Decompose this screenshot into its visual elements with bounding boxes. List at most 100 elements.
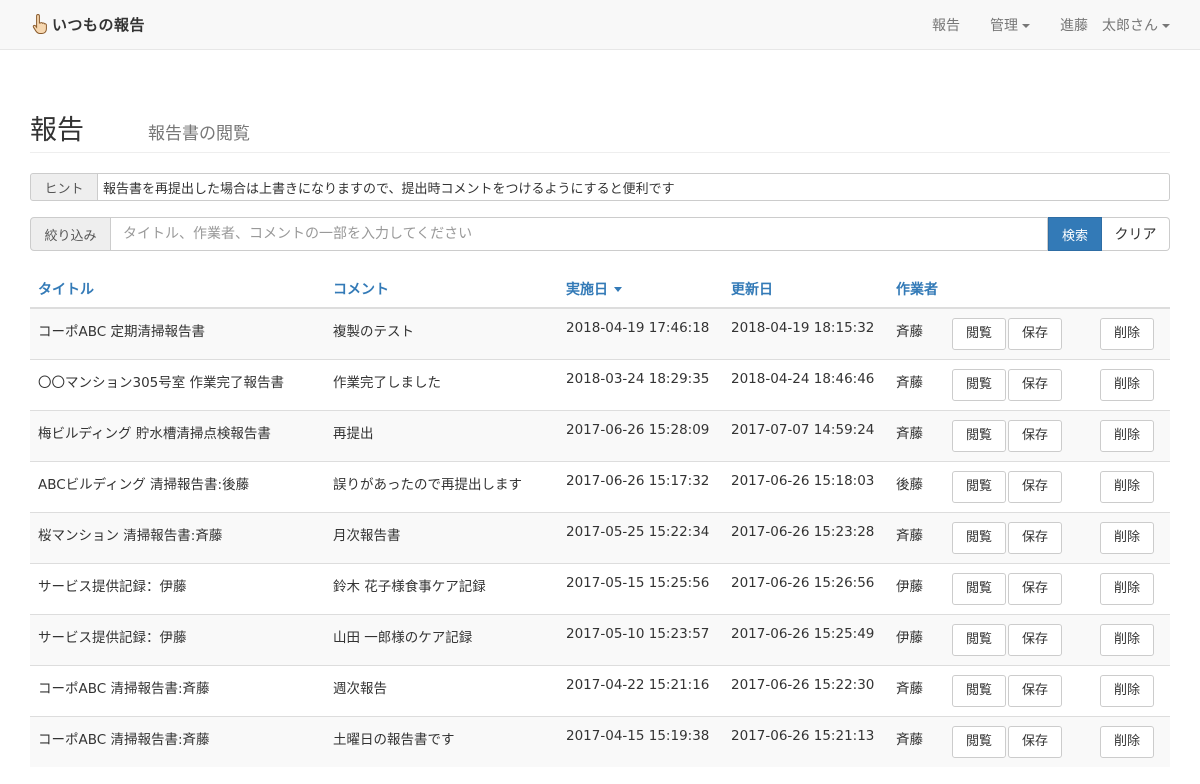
nav-user-surname[interactable]: 進藤 [1060,15,1088,35]
table-row: コーポABC 清掃報告書:斉藤 土曜日の報告書です 2017-04-15 15:19… [30,715,1170,767]
nav-user-label: 太郎さん [1102,18,1158,34]
save-button[interactable]: 保存 [1008,674,1062,707]
cell-title: サービス提供記録：伊藤 [30,562,325,614]
cell-title: 桜マンション 清掃報告書:斉藤 [30,511,325,563]
column-header-worker[interactable]: 作業者 [888,270,952,309]
nav-menu: 報告 管理 進藤 太郎さん [932,0,1170,50]
column-header-date[interactable]: 実施日 [558,270,723,309]
view-button[interactable]: 閲覧 [952,623,1006,656]
cell-actions: 閲覧 保存 [952,307,1084,359]
cell-updated: 2017-06-26 15:26:56 [723,562,888,614]
cell-worker: 斉藤 [888,715,952,767]
page-subtitle: 報告書の閲覧 [148,124,250,144]
cell-updated: 2017-06-26 15:22:30 [723,664,888,716]
column-header-actions [952,270,1014,309]
cell-actions: 閲覧 保存 [952,460,1084,512]
cell-updated: 2017-06-26 15:23:28 [723,511,888,563]
cell-actions: 閲覧 保存 [952,613,1084,665]
cell-worker: 伊藤 [888,562,952,614]
sort-desc-icon [614,287,622,292]
column-header-updated[interactable]: 更新日 [723,270,888,309]
cell-date: 2017-05-10 15:23:57 [558,613,723,665]
nav-user-dropdown[interactable]: 太郎さん [1102,15,1170,35]
cell-comment: 作業完了しました [325,358,558,410]
view-button[interactable]: 閲覧 [952,368,1006,401]
view-button[interactable]: 閲覧 [952,419,1006,452]
save-button[interactable]: 保存 [1008,470,1062,503]
cell-title: コーポABC 清掃報告書:斉藤 [30,664,325,716]
view-button[interactable]: 閲覧 [952,470,1006,503]
nav-admin-dropdown[interactable]: 管理 [990,15,1030,35]
cell-updated: 2018-04-24 18:46:46 [723,358,888,410]
hint-text: 報告書を再提出した場合は上書きになりますので、提出時コメントをつけるようにすると… [98,173,1170,201]
table-row: コーポABC 清掃報告書:斉藤 週次報告 2017-04-22 15:21:16 20… [30,664,1170,716]
view-button[interactable]: 閲覧 [952,674,1006,707]
cell-actions: 閲覧 保存 [952,562,1084,614]
cell-updated: 2017-06-26 15:21:13 [723,715,888,767]
cell-worker: 斉藤 [888,358,952,410]
save-button[interactable]: 保存 [1008,725,1062,758]
cell-worker: 伊藤 [888,613,952,665]
cell-worker: 斉藤 [888,511,952,563]
view-button[interactable]: 閲覧 [952,572,1006,605]
cell-worker: 後藤 [888,460,952,512]
cell-comment: 鈴木 花子様食事ケア記録 [325,562,558,614]
table-row: 桜マンション 清掃報告書:斉藤 月次報告書 2017-05-25 15:22:34 2… [30,511,1170,563]
cell-date: 2018-04-19 17:46:18 [558,307,723,359]
search-button[interactable]: 検索 [1048,217,1102,251]
delete-button[interactable]: 削除 [1100,368,1154,401]
cell-worker: 斉藤 [888,409,952,461]
navbar: いつもの報告 報告 管理 進藤 太郎さん [0,0,1200,50]
cell-comment: 再提出 [325,409,558,461]
cell-actions: 閲覧 保存 [952,664,1084,716]
delete-button[interactable]: 削除 [1100,674,1154,707]
cell-delete: 削除 [1084,511,1170,563]
brand[interactable]: いつもの報告 [30,13,145,35]
cell-date: 2017-04-22 15:21:16 [558,664,723,716]
view-button[interactable]: 閲覧 [952,725,1006,758]
delete-button[interactable]: 削除 [1100,318,1154,350]
cell-delete: 削除 [1084,307,1170,359]
cell-updated: 2017-07-07 14:59:24 [723,409,888,461]
delete-button[interactable]: 削除 [1100,725,1154,758]
cell-title: コーポABC 定期清掃報告書 [30,307,325,359]
nav-report[interactable]: 報告 [932,15,960,35]
cell-date: 2017-05-15 15:25:56 [558,562,723,614]
column-header-date-label: 実施日 [566,281,608,298]
table-row: 〇〇マンション305号室 作業完了報告書 作業完了しました 2018-03-24 1… [30,358,1170,410]
save-button[interactable]: 保存 [1008,572,1062,605]
delete-button[interactable]: 削除 [1100,623,1154,656]
cell-updated: 2017-06-26 15:25:49 [723,613,888,665]
cell-delete: 削除 [1084,358,1170,410]
view-button[interactable]: 閲覧 [952,521,1006,554]
column-header-actions [1014,270,1084,309]
search-input[interactable] [111,217,1048,251]
pointing-hand-icon [32,13,47,34]
report-table-body: コーポABC 定期清掃報告書 複製のテスト 2018-04-19 17:46:18 2… [30,307,1170,767]
clear-button[interactable]: クリア [1102,217,1170,251]
cell-date: 2017-06-26 15:17:32 [558,460,723,512]
delete-button[interactable]: 削除 [1100,470,1154,503]
delete-button[interactable]: 削除 [1100,521,1154,554]
save-button[interactable]: 保存 [1008,318,1062,350]
view-button[interactable]: 閲覧 [952,318,1006,350]
column-header-title[interactable]: タイトル [30,270,325,309]
save-button[interactable]: 保存 [1008,623,1062,656]
table-row: ABCビルディング 清掃報告書:後藤 誤りがあったので再提出します 2017-06-… [30,460,1170,512]
cell-date: 2017-06-26 15:28:09 [558,409,723,461]
save-button[interactable]: 保存 [1008,521,1062,554]
cell-comment: 週次報告 [325,664,558,716]
column-header-comment[interactable]: コメント [325,270,558,309]
cell-date: 2017-05-25 15:22:34 [558,511,723,563]
page-title: 報告 [30,115,84,146]
cell-title: コーポABC 清掃報告書:斉藤 [30,715,325,767]
save-button[interactable]: 保存 [1008,419,1062,452]
save-button[interactable]: 保存 [1008,368,1062,401]
cell-comment: 誤りがあったので再提出します [325,460,558,512]
delete-button[interactable]: 削除 [1100,572,1154,605]
cell-title: ABCビルディング 清掃報告書:後藤 [30,460,325,512]
cell-actions: 閲覧 保存 [952,511,1084,563]
cell-date: 2017-04-15 15:19:38 [558,715,723,767]
caret-down-icon [1022,24,1030,28]
delete-button[interactable]: 削除 [1100,419,1154,452]
